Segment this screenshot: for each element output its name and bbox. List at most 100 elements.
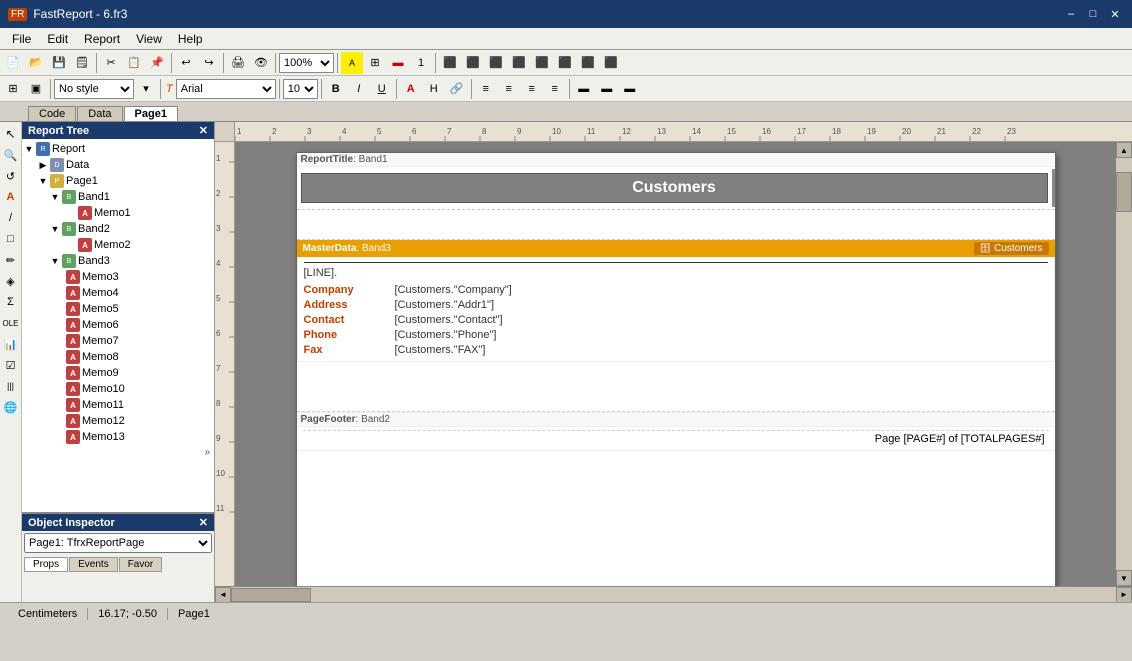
- tool-select[interactable]: ◈: [1, 271, 21, 291]
- tree-node-memo9[interactable]: A Memo9: [24, 365, 212, 381]
- align-justify-button[interactable]: ≡: [544, 78, 566, 100]
- tb-btn-more7[interactable]: ⬛: [577, 52, 599, 74]
- obj-inspector-close[interactable]: ✕: [199, 516, 208, 529]
- tb-btn-more5[interactable]: ⬛: [531, 52, 553, 74]
- menu-file[interactable]: File: [4, 30, 39, 48]
- tb-btn-grid[interactable]: ⊞: [364, 52, 386, 74]
- scroll-up-btn[interactable]: ▲: [1116, 142, 1132, 158]
- tree-node-memo3[interactable]: A Memo3: [24, 269, 212, 285]
- tree-node-memo6[interactable]: A Memo6: [24, 317, 212, 333]
- tb-btn-more8[interactable]: ⬛: [600, 52, 622, 74]
- obj-inspector-object-select[interactable]: Page1: TfrxReportPage: [24, 533, 212, 553]
- scroll-right-btn[interactable]: ►: [1116, 587, 1132, 603]
- tab-data[interactable]: Data: [77, 106, 122, 121]
- tb-btn-highlight[interactable]: A: [341, 52, 363, 74]
- tool-arrow[interactable]: ↖: [1, 124, 21, 144]
- italic-button[interactable]: I: [348, 78, 370, 100]
- tab-page1[interactable]: Page1: [124, 106, 178, 121]
- fontsize-select[interactable]: 10: [283, 79, 318, 99]
- scroll-thumb[interactable]: [1116, 172, 1132, 212]
- menu-help[interactable]: Help: [170, 30, 211, 48]
- tool-magnify[interactable]: 🔍: [1, 145, 21, 165]
- h-scrollbar[interactable]: ◄ ►: [215, 586, 1132, 602]
- tool-barcode[interactable]: |||: [1, 376, 21, 396]
- underline-button[interactable]: U: [371, 78, 393, 100]
- style-dropdown[interactable]: ▾: [135, 78, 157, 100]
- tree-node-memo4[interactable]: A Memo4: [24, 285, 212, 301]
- tool-text[interactable]: A: [1, 187, 21, 207]
- tree-node-data[interactable]: ▶ D Data: [24, 157, 212, 173]
- maximize-button[interactable]: □: [1084, 5, 1102, 23]
- open-button[interactable]: 📂: [25, 52, 47, 74]
- tb-format2[interactable]: ▣: [25, 78, 47, 100]
- close-button[interactable]: ✕: [1106, 5, 1124, 23]
- tb-btn-color[interactable]: ▬: [387, 52, 409, 74]
- tool-rect[interactable]: □: [1, 229, 21, 249]
- style-select[interactable]: No style: [54, 79, 134, 99]
- highlight-button[interactable]: H: [423, 78, 445, 100]
- tree-node-page1[interactable]: ▼ P Page1: [24, 173, 212, 189]
- menu-report[interactable]: Report: [76, 30, 128, 48]
- tool-pencil[interactable]: ✏: [1, 250, 21, 270]
- undo-button[interactable]: ↩: [175, 52, 197, 74]
- save-as-button[interactable]: 🗒: [71, 52, 93, 74]
- tb-text2[interactable]: ▬: [596, 78, 618, 100]
- save-button[interactable]: 💾: [48, 52, 70, 74]
- report-tree-close[interactable]: ✕: [199, 124, 208, 137]
- tab-code[interactable]: Code: [28, 106, 76, 121]
- tb-btn-counter[interactable]: 1: [410, 52, 432, 74]
- tool-sigma[interactable]: Σ: [1, 292, 21, 312]
- menu-edit[interactable]: Edit: [39, 30, 76, 48]
- tree-node-memo13[interactable]: A Memo13: [24, 429, 212, 445]
- canvas-wrapper[interactable]: 1 2 3 4 5 6 7 8 9: [215, 142, 1132, 586]
- cut-button[interactable]: ✂: [100, 52, 122, 74]
- tree-node-memo8[interactable]: A Memo8: [24, 349, 212, 365]
- copy-button[interactable]: 📋: [123, 52, 145, 74]
- print-button[interactable]: 🖨: [227, 52, 249, 74]
- bold-button[interactable]: B: [325, 78, 347, 100]
- tree-node-memo2[interactable]: A Memo2: [24, 237, 212, 253]
- font-select[interactable]: Arial: [176, 79, 276, 99]
- tree-node-memo11[interactable]: A Memo11: [24, 397, 212, 413]
- tb-btn-more3[interactable]: ⬛: [485, 52, 507, 74]
- v-scrollbar[interactable]: ▲ ▼: [1116, 142, 1132, 586]
- menu-view[interactable]: View: [128, 30, 170, 48]
- h-scroll-thumb[interactable]: [231, 588, 311, 602]
- tree-node-memo12[interactable]: A Memo12: [24, 413, 212, 429]
- tree-node-memo1[interactable]: A Memo1: [24, 205, 212, 221]
- obj-inspector-tab-favor[interactable]: Favor: [119, 557, 163, 572]
- link-button[interactable]: 🔗: [446, 78, 468, 100]
- zoom-select[interactable]: 100%: [279, 53, 334, 73]
- tool-line[interactable]: /: [1, 208, 21, 228]
- tree-node-report[interactable]: ▼ R Report: [24, 141, 212, 157]
- scroll-down-btn[interactable]: ▼: [1116, 570, 1132, 586]
- font-color-button[interactable]: A: [400, 78, 422, 100]
- tb-text3[interactable]: ▬: [619, 78, 641, 100]
- align-right-button[interactable]: ≡: [521, 78, 543, 100]
- tb-btn-more2[interactable]: ⬛: [462, 52, 484, 74]
- tool-chart[interactable]: 📊: [1, 334, 21, 354]
- tb-btn-more1[interactable]: ⬛: [439, 52, 461, 74]
- new-button[interactable]: 📄: [2, 52, 24, 74]
- minimize-button[interactable]: –: [1062, 5, 1080, 23]
- tb-btn-more4[interactable]: ⬛: [508, 52, 530, 74]
- tree-node-memo10[interactable]: A Memo10: [24, 381, 212, 397]
- tool-check[interactable]: ☑: [1, 355, 21, 375]
- tb-text1[interactable]: ▬: [573, 78, 595, 100]
- align-left-button[interactable]: ≡: [475, 78, 497, 100]
- obj-inspector-tab-events[interactable]: Events: [69, 557, 118, 572]
- redo-button[interactable]: ↪: [198, 52, 220, 74]
- tree-node-band3[interactable]: ▼ B Band3: [24, 253, 212, 269]
- tb-btn-more6[interactable]: ⬛: [554, 52, 576, 74]
- tree-node-band2[interactable]: ▼ B Band2: [24, 221, 212, 237]
- tree-node-memo7[interactable]: A Memo7: [24, 333, 212, 349]
- align-center-button[interactable]: ≡: [498, 78, 520, 100]
- tool-globe[interactable]: 🌐: [1, 397, 21, 417]
- tree-node-memo5[interactable]: A Memo5: [24, 301, 212, 317]
- tool-rotate[interactable]: ↺: [1, 166, 21, 186]
- obj-inspector-tab-props[interactable]: Props: [24, 557, 68, 572]
- paste-button[interactable]: 📌: [146, 52, 168, 74]
- preview-button[interactable]: 👁: [250, 52, 272, 74]
- tb-format1[interactable]: ⊞: [2, 78, 24, 100]
- scroll-left-btn[interactable]: ◄: [215, 587, 231, 603]
